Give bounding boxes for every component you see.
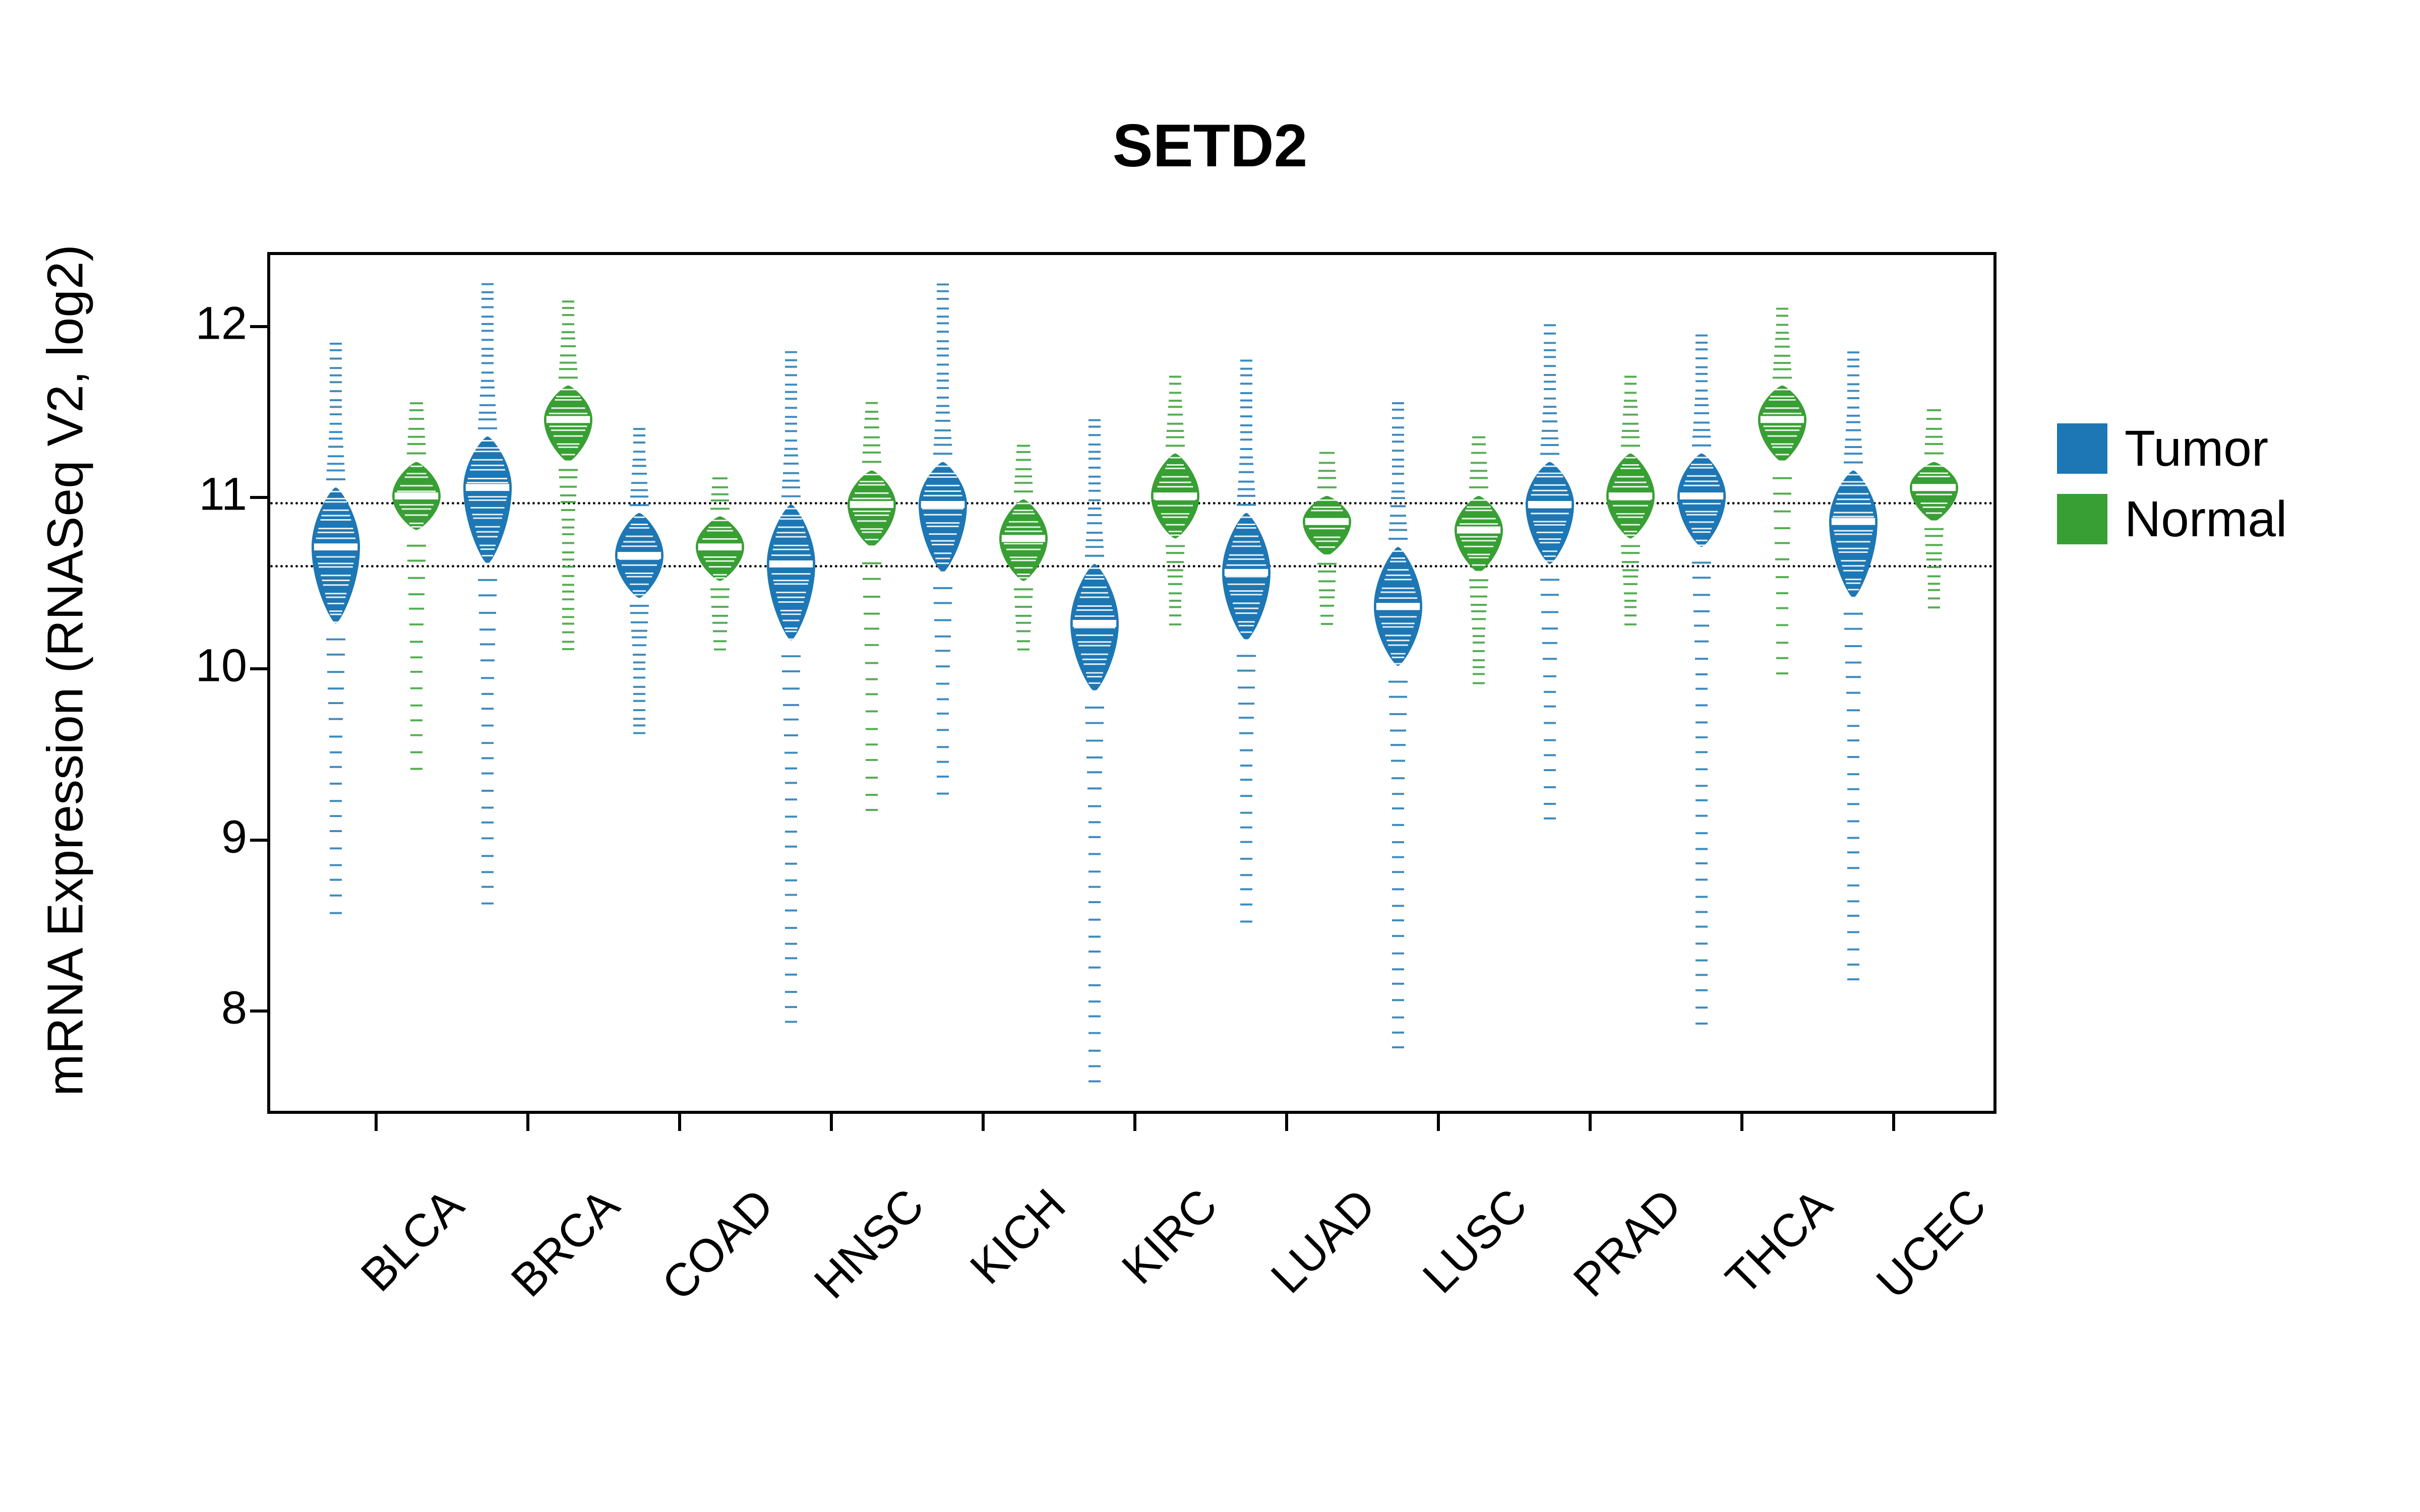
violin-normal [996, 255, 1051, 1111]
violin-tumor [460, 255, 515, 1111]
violin-normal [692, 255, 748, 1111]
category-lusc: LUSC [1368, 255, 1509, 1111]
category-prad: PRAD [1520, 255, 1661, 1111]
y-tick [250, 325, 270, 328]
y-tick [250, 496, 270, 499]
y-tick-label: 8 [166, 982, 247, 1035]
plot-area: BLCABRCACOADHNSCKICHKIRCLUADLUSCPRADTHCA… [267, 252, 1996, 1114]
category-kirc: KIRC [1064, 255, 1205, 1111]
violin-normal [389, 255, 444, 1111]
y-axis-label: mRNA Expression (RNASeq V2, log2) [37, 244, 95, 1096]
violin-normal [1754, 255, 1810, 1111]
y-tick [250, 667, 270, 670]
violin-normal [1299, 255, 1355, 1111]
legend-swatch-tumor [2057, 423, 2107, 474]
violin-tumor [1067, 255, 1122, 1111]
x-tick [1133, 1111, 1136, 1131]
violin-tumor [1522, 255, 1578, 1111]
y-tick [250, 839, 270, 842]
category-coad: COAD [609, 255, 750, 1111]
violin-normal [1147, 255, 1203, 1111]
violin-normal [1451, 255, 1506, 1111]
x-tick-label: THCA [1716, 1179, 1842, 1305]
violin-tumor [612, 255, 667, 1111]
legend: Tumor Normal [2057, 413, 2287, 554]
x-tick [1589, 1111, 1592, 1131]
legend-swatch-normal [2057, 494, 2107, 544]
x-tick-label: BLCA [351, 1179, 474, 1302]
x-tick-label: KICH [960, 1179, 1076, 1295]
category-thca: THCA [1671, 255, 1812, 1111]
violin-normal [540, 255, 596, 1111]
legend-item-tumor: Tumor [2057, 413, 2287, 484]
legend-label-tumor: Tumor [2125, 420, 2268, 478]
legend-label-normal: Normal [2125, 490, 2287, 548]
category-ucec: UCEC [1823, 255, 1964, 1111]
violin-tumor [1219, 255, 1274, 1111]
category-luad: LUAD [1216, 255, 1357, 1111]
x-tick-label: KIRC [1112, 1179, 1228, 1295]
x-tick [982, 1111, 985, 1131]
violin-tumor [1674, 255, 1729, 1111]
x-tick-label: PRAD [1563, 1179, 1692, 1307]
y-tick-label: 10 [166, 640, 247, 692]
x-tick [526, 1111, 529, 1131]
y-tick [250, 1010, 270, 1013]
x-tick-label: LUSC [1413, 1179, 1538, 1304]
x-tick [830, 1111, 833, 1131]
violin-tumor [1826, 255, 1881, 1111]
category-blca: BLCA [306, 255, 447, 1111]
x-tick-label: COAD [652, 1179, 784, 1311]
y-tick-label: 12 [166, 297, 247, 350]
y-tick-label: 11 [166, 468, 247, 521]
x-tick [375, 1111, 378, 1131]
x-tick [678, 1111, 681, 1131]
y-tick-label: 9 [166, 810, 247, 863]
violin-tumor [763, 255, 819, 1111]
x-tick [1740, 1111, 1743, 1131]
legend-item-normal: Normal [2057, 484, 2287, 554]
category-brca: BRCA [457, 255, 598, 1111]
x-tick-label: HNSC [804, 1179, 935, 1309]
violin-normal [1603, 255, 1658, 1111]
violin-tumor [308, 255, 364, 1111]
x-tick [1892, 1111, 1895, 1131]
x-tick [1437, 1111, 1440, 1131]
category-kich: KICH [913, 255, 1054, 1111]
violin-normal [844, 255, 899, 1111]
category-hnsc: HNSC [761, 255, 902, 1111]
violin-tumor [915, 255, 971, 1111]
x-tick-label: BRCA [501, 1179, 630, 1307]
chart-title: SETD2 [0, 111, 2420, 180]
x-tick [1285, 1111, 1288, 1131]
violin-tumor [1370, 255, 1426, 1111]
violin-normal [1906, 255, 1962, 1111]
chart-canvas: SETD2 mRNA Expression (RNASeq V2, log2) … [0, 0, 2420, 1512]
x-tick-label: UCEC [1866, 1179, 1997, 1309]
x-tick-label: LUAD [1261, 1179, 1386, 1304]
